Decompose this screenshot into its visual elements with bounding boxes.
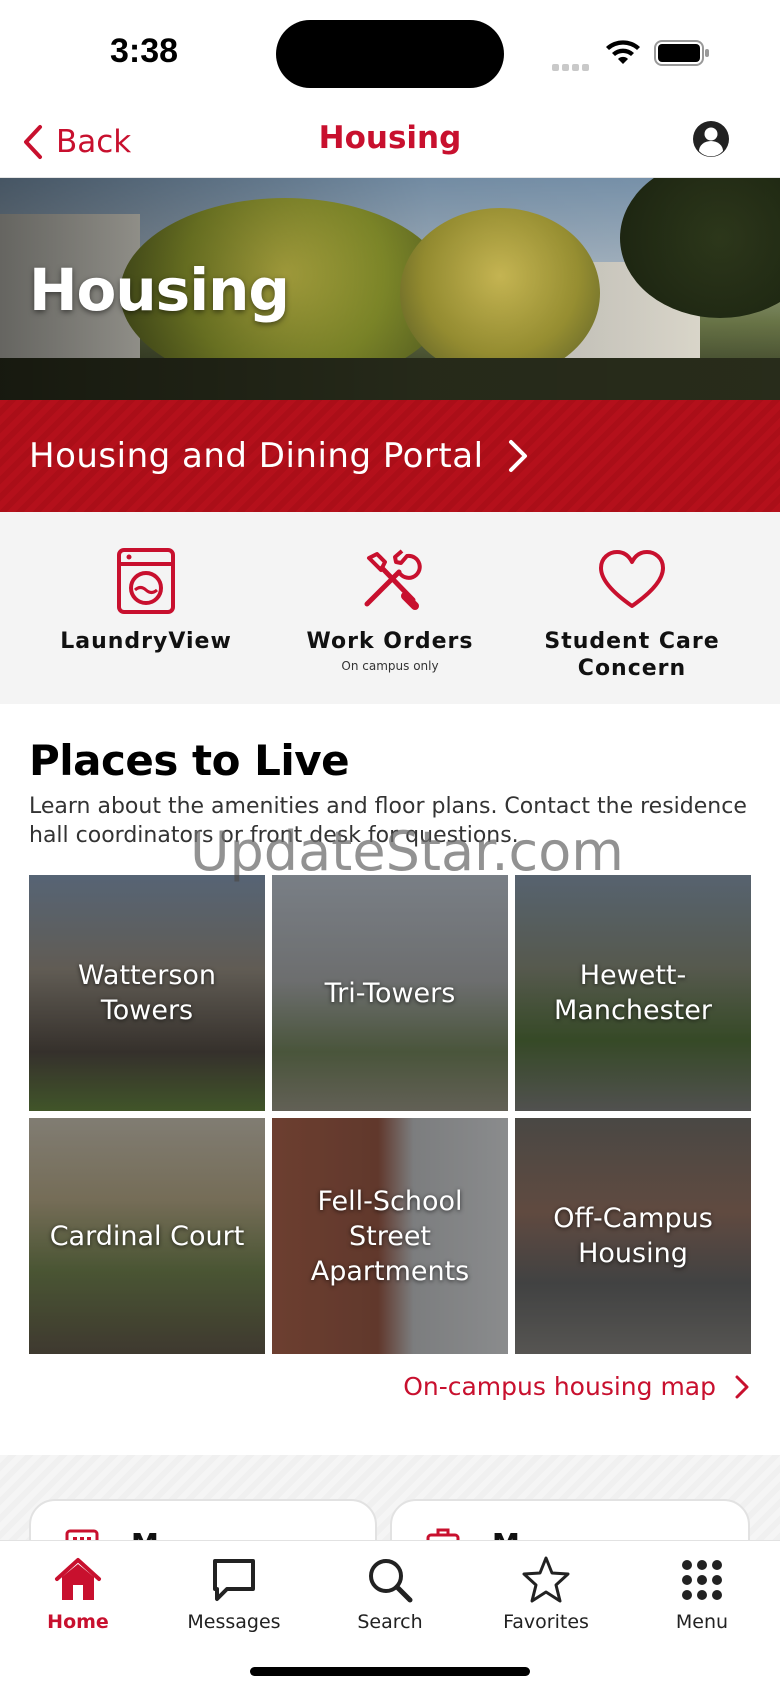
map-link-label: On-campus housing map [403,1372,716,1401]
wifi-icon [606,40,640,64]
on-campus-housing-map-link[interactable]: On-campus housing map [403,1372,750,1401]
back-label: Back [56,124,132,160]
home-icon [55,1558,101,1600]
place-tile-off-campus-housing[interactable]: Off-Campus Housing [515,1118,751,1354]
work-orders-link[interactable]: Work Orders On campus only [280,546,500,673]
quick-link-label: LaundryView [60,629,232,654]
place-tile-label: Hewett-Manchester [554,960,712,1026]
tab-messages[interactable]: Messages [156,1555,312,1633]
quick-link-label: Work Orders [306,629,474,654]
profile-icon[interactable] [692,120,730,158]
place-tile-label: Watterson Towers [77,960,217,1026]
tab-label: Favorites [503,1611,589,1633]
portal-label: Housing and Dining Portal [29,436,484,476]
quick-link-sublabel: On campus only [341,659,439,673]
quick-links: LaundryView Work Orders On campus only S… [0,512,780,704]
tab-label: Home [47,1611,109,1633]
tab-home[interactable]: Home [0,1555,156,1633]
place-tile-label: Cardinal Court [49,1220,245,1252]
tab-search[interactable]: Search [312,1555,468,1633]
wrench-screwdriver-icon [364,549,422,610]
tab-favorites[interactable]: Favorites [468,1555,624,1633]
quick-link-label: Student Care Concern [544,629,720,681]
place-tile-tri-towers[interactable]: Tri-Towers [272,875,508,1111]
hero-banner: Housing [0,178,780,400]
search-icon [369,1559,413,1603]
place-tile-watterson-towers[interactable]: Watterson Towers [29,875,265,1111]
dynamic-island [276,20,504,88]
student-care-concern-link[interactable]: Student Care Concern [522,546,742,682]
place-tile-label: Fell-School Street Apartments [310,1185,470,1287]
places-grid: Watterson Towers Tri-Towers Hewett-Manch… [29,875,751,1355]
grid-menu-icon [682,1560,722,1600]
status-bar: 3:38 [0,0,780,108]
washing-machine-icon [117,548,175,614]
navigation-bar: Housing Back [0,108,780,178]
cellular-signal-icon [552,56,594,71]
back-button[interactable]: Back [22,118,131,166]
star-icon [522,1556,570,1603]
battery-icon [654,40,709,66]
place-tile-hewett-manchester[interactable]: Hewett-Manchester [515,875,751,1111]
place-tile-label: Tri-Towers [324,977,456,1009]
chevron-right-icon [735,1375,749,1398]
places-title: Places to Live [29,736,350,785]
housing-dining-portal-button[interactable]: Housing and Dining Portal [0,400,780,512]
heart-icon [599,550,665,608]
tab-menu[interactable]: Menu [624,1555,780,1633]
place-tile-fell-school-street-apartments[interactable]: Fell-School Street Apartments [272,1118,508,1354]
place-tile-label: Off-Campus Housing [553,1203,713,1269]
chevron-left-icon [24,125,42,159]
hero-title: Housing [29,256,290,324]
tab-label: Messages [187,1611,281,1633]
tab-label: Search [357,1611,423,1633]
chevron-right-icon [508,440,527,472]
places-description: Learn about the amenities and floor plan… [29,794,747,848]
place-tile-cardinal-court[interactable]: Cardinal Court [29,1118,265,1354]
home-indicator [250,1667,530,1676]
tab-label: Menu [675,1611,729,1633]
laundryview-link[interactable]: LaundryView [36,546,256,655]
status-time: 3:38 [110,32,179,70]
chat-icon [213,1559,255,1601]
